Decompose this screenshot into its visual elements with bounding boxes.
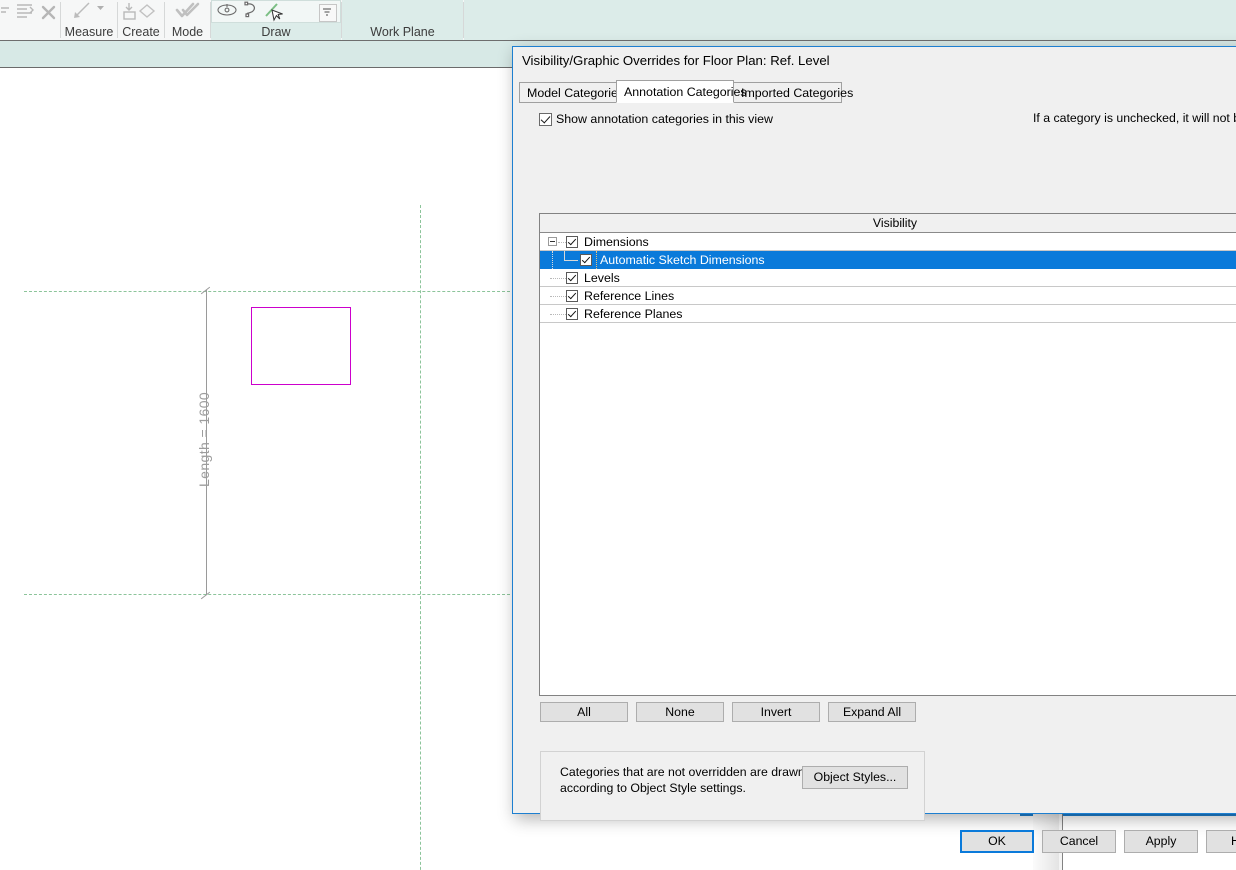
row-label: Automatic Sketch Dimensions bbox=[600, 253, 765, 267]
list-column-header: Visibility bbox=[540, 214, 1236, 233]
object-styles-description: Categories that are not overridden are d… bbox=[560, 765, 805, 796]
delete-x-icon[interactable] bbox=[38, 2, 60, 24]
show-annotation-categories-row[interactable]: Show annotation categories in this view bbox=[539, 112, 773, 126]
tree-dots bbox=[558, 242, 566, 243]
reference-plane-horizontal-bottom[interactable] bbox=[24, 594, 510, 595]
measure-arrow-icon[interactable] bbox=[69, 1, 91, 23]
row-visibility-checkbox[interactable] bbox=[566, 236, 578, 248]
object-styles-button[interactable]: Object Styles... bbox=[802, 766, 908, 789]
row-divider bbox=[596, 251, 597, 269]
ribbon-panel-draw: Draw bbox=[211, 0, 341, 40]
ribbon-panel-draw-label: Draw bbox=[261, 25, 291, 39]
visibility-graphic-overrides-dialog: Visibility/Graphic Overrides for Floor P… bbox=[512, 46, 1236, 853]
object-styles-groupbox: Categories that are not overridden are d… bbox=[540, 751, 925, 821]
expander-icon[interactable] bbox=[548, 237, 557, 246]
row-label: Reference Lines bbox=[584, 289, 675, 303]
object-styles-description-line2: according to Object Style settings. bbox=[560, 780, 746, 795]
help-button[interactable]: H bbox=[1206, 830, 1236, 853]
ribbon-panel-work-plane-label: Work Plane bbox=[370, 25, 435, 39]
table-row[interactable]: Automatic Sketch Dimensions bbox=[540, 251, 1236, 269]
tab-model-categories[interactable]: Model Categories bbox=[519, 82, 624, 103]
align-icon[interactable] bbox=[0, 1, 14, 23]
tab-annotation-categories[interactable]: Annotation Categories bbox=[616, 80, 747, 103]
extrusion-rectangle[interactable] bbox=[251, 307, 351, 385]
show-annotation-categories-checkbox[interactable] bbox=[539, 112, 552, 126]
tab-strip: Model Categories Annotation Categories I… bbox=[519, 80, 1236, 104]
row-label: Reference Planes bbox=[584, 307, 683, 321]
tree-dots bbox=[550, 296, 566, 297]
ok-button[interactable]: OK bbox=[960, 830, 1034, 853]
ribbon-panel-orphan bbox=[0, 0, 60, 40]
row-visibility-checkbox[interactable] bbox=[566, 290, 578, 302]
ribbon-panel-work-plane: Work Plane bbox=[342, 0, 463, 40]
orphan-icon-group bbox=[0, 0, 60, 24]
draw-icon-group bbox=[211, 0, 341, 23]
ribbon-panel-measure-label: Measure bbox=[64, 25, 114, 39]
row-visibility-checkbox[interactable] bbox=[580, 254, 592, 266]
object-styles-description-line1: Categories that are not overridden are d… bbox=[560, 765, 805, 779]
create-shape-icon[interactable] bbox=[138, 2, 160, 24]
table-row[interactable]: Dimensions bbox=[540, 233, 1236, 251]
mode-icon-group bbox=[165, 0, 210, 24]
unchecked-category-hint: If a category is unchecked, it will not … bbox=[1033, 111, 1236, 125]
apply-button[interactable]: Apply bbox=[1124, 830, 1198, 853]
draw-spline-icon[interactable] bbox=[242, 1, 264, 23]
create-icon-group bbox=[118, 0, 164, 24]
column-header-visibility: Visibility bbox=[872, 216, 918, 230]
draw-ellipse-icon[interactable] bbox=[216, 1, 242, 23]
select-all-button[interactable]: All bbox=[540, 702, 628, 722]
reference-plane-vertical[interactable] bbox=[420, 205, 421, 870]
tab-imported-categories[interactable]: Imported Categories bbox=[733, 82, 853, 103]
table-row[interactable]: Reference Lines bbox=[540, 287, 1236, 305]
measure-icon-group bbox=[61, 0, 117, 24]
invert-selection-button[interactable]: Invert bbox=[732, 702, 820, 722]
cancel-button[interactable]: Cancel bbox=[1042, 830, 1116, 853]
ribbon-panel-create: Create bbox=[118, 0, 164, 40]
measure-dropdown-icon[interactable] bbox=[96, 4, 105, 12]
indent-icon[interactable] bbox=[14, 1, 36, 23]
table-row[interactable]: Reference Planes bbox=[540, 305, 1236, 323]
table-row[interactable]: Levels bbox=[540, 269, 1236, 287]
ribbon-panel-create-label: Create bbox=[122, 25, 160, 39]
ribbon-panel-mode-label: Mode bbox=[171, 25, 204, 39]
categories-list[interactable]: Visibility Dimensions Automatic Sketch D… bbox=[539, 213, 1236, 696]
expand-all-button[interactable]: Expand All bbox=[828, 702, 916, 722]
tree-guide bbox=[552, 251, 553, 269]
dialog-title: Visibility/Graphic Overrides for Floor P… bbox=[522, 53, 830, 68]
dialog-body: Show annotation categories in this view … bbox=[519, 103, 1236, 821]
reference-plane-horizontal-top[interactable] bbox=[24, 291, 510, 292]
select-none-button[interactable]: None bbox=[636, 702, 724, 722]
row-label: Dimensions bbox=[584, 235, 649, 249]
tree-dots bbox=[550, 314, 566, 315]
ribbon: Measure Create Mode Draw Work Plane bbox=[0, 0, 1236, 41]
ribbon-panel-empty bbox=[464, 0, 1236, 40]
ribbon-panel-mode: Mode bbox=[165, 0, 210, 40]
show-annotation-categories-label: Show annotation categories in this view bbox=[556, 112, 773, 126]
ribbon-panel-measure: Measure bbox=[61, 0, 117, 40]
row-visibility-checkbox[interactable] bbox=[566, 272, 578, 284]
mode-checkmark-icon[interactable] bbox=[174, 1, 202, 23]
row-label: Levels bbox=[584, 271, 620, 285]
tree-dots bbox=[550, 278, 566, 279]
dimension-label[interactable]: Length = 1600 bbox=[196, 392, 212, 487]
draw-pick-line-icon[interactable] bbox=[264, 1, 292, 23]
row-visibility-checkbox[interactable] bbox=[566, 308, 578, 320]
tree-elbow bbox=[564, 251, 578, 261]
draw-more-icon[interactable] bbox=[319, 4, 337, 22]
